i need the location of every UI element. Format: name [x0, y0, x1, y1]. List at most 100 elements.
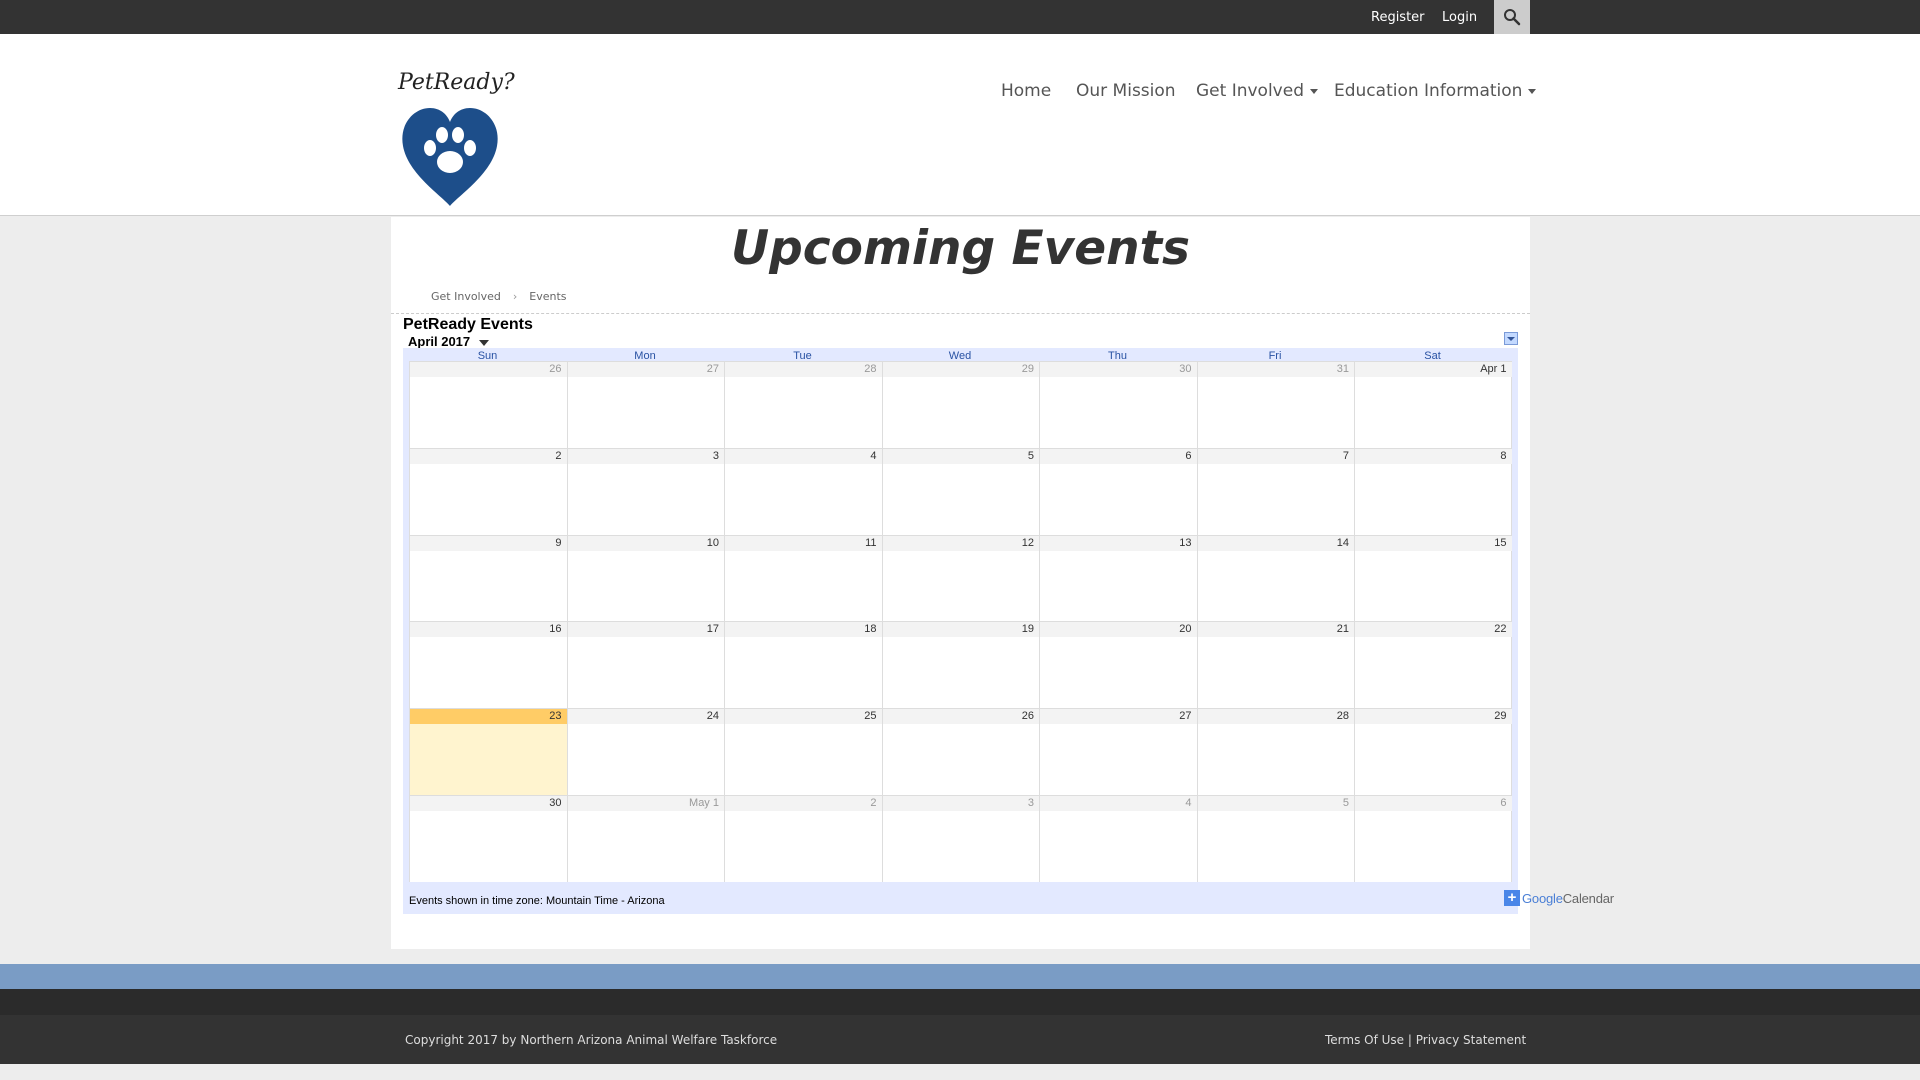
day-number: 17 [567, 622, 724, 638]
month-selector[interactable]: April 2017 [408, 334, 490, 349]
day-number: 14 [1197, 535, 1354, 551]
calendar-day-cell[interactable]: 23 [409, 708, 567, 795]
calendar-day-cell[interactable]: 7 [1196, 447, 1354, 535]
calendar-day-cell[interactable]: 6 [1039, 447, 1197, 535]
calendar-day-cell[interactable]: 4 [724, 447, 882, 535]
nav-home[interactable]: Home [1001, 81, 1051, 101]
calendar-day-cell[interactable]: 27 [1039, 708, 1197, 795]
nav-get-involved-label: Get Involved [1196, 81, 1304, 101]
day-number: 4 [725, 448, 882, 464]
calendar-day-cell[interactable]: 21 [1196, 621, 1354, 709]
day-number: 24 [567, 709, 724, 725]
day-number: 2 [410, 448, 567, 464]
top-utility-bar: Register Login [0, 0, 1920, 34]
nav-our-mission[interactable]: Our Mission [1076, 81, 1176, 101]
heart-paw-icon [402, 108, 498, 206]
day-number: 5 [882, 448, 1039, 464]
page-title: Upcoming Events [730, 221, 1191, 276]
calendar-day-cell[interactable]: 17 [566, 621, 724, 709]
day-number: 4 [1040, 796, 1197, 811]
privacy-statement-link[interactable]: Privacy Statement [1416, 1033, 1526, 1047]
day-number: 2 [725, 796, 882, 811]
calendar-day-cell[interactable]: 8 [1354, 447, 1512, 535]
calendar-day-cell[interactable]: 25 [724, 708, 882, 795]
calendar-day-cell[interactable]: Apr 1 [1354, 361, 1512, 448]
day-number: 18 [725, 622, 882, 638]
day-number: May 1 [567, 796, 724, 811]
nav-education-information[interactable]: Education Information [1334, 81, 1537, 101]
calendar-day-cell[interactable]: 22 [1354, 621, 1512, 709]
day-number: 8 [1355, 448, 1512, 464]
search-button[interactable] [1494, 0, 1530, 34]
calendar-day-cell[interactable]: 4 [1039, 795, 1197, 882]
calendar-day-cell[interactable]: 19 [881, 621, 1039, 709]
add-to-google-calendar-button[interactable]: + GoogleCalendar [1504, 889, 1614, 907]
day-number: 29 [1355, 709, 1512, 725]
chevron-down-icon [1310, 88, 1318, 94]
breadcrumb-item-get-involved[interactable]: Get Involved [431, 290, 501, 303]
calendar-day-cell[interactable]: 18 [724, 621, 882, 709]
calendar-day-cell[interactable]: 27 [566, 361, 724, 448]
content-panel: Upcoming Events Get Involved › Events PetR… [391, 217, 1614, 949]
calendar-day-cell[interactable]: 29 [881, 361, 1039, 448]
calendar-day-cell[interactable]: 6 [1354, 795, 1512, 882]
logo-text: PetReady? [398, 70, 515, 95]
calendar-day-cell[interactable]: 5 [881, 447, 1039, 535]
site-logo[interactable]: PetReady? [398, 70, 515, 218]
terms-of-use-link[interactable]: Terms Of Use [1325, 1033, 1404, 1047]
calendar-day-cell[interactable]: 2 [409, 447, 567, 535]
month-grid: 26 27 28 29 30 31 Apr 1 2 3 4 5 6 7 8 9 10 11 12 13 14 15 16 1… [409, 361, 1512, 882]
footer-accent-band [0, 964, 1920, 989]
calendar-day-cell[interactable]: 12 [881, 534, 1039, 622]
day-number: 6 [1355, 796, 1512, 811]
calendar-title: PetReady Events [403, 316, 533, 333]
chevron-down-icon [1507, 336, 1515, 341]
day-number: 27 [1040, 709, 1197, 725]
calendar-day-cell[interactable]: 3 [566, 447, 724, 535]
calendar-day-cell[interactable]: 28 [724, 361, 882, 448]
day-number: 29 [882, 362, 1039, 377]
calendar-day-cell[interactable]: 30 [409, 795, 567, 882]
calendar-day-cell[interactable]: 29 [1354, 708, 1512, 795]
footer-band [0, 989, 1920, 1015]
calendar-day-cell[interactable]: 10 [566, 534, 724, 622]
calendar-day-cell[interactable]: 31 [1196, 361, 1354, 448]
calendar-day-cell[interactable]: 9 [409, 534, 567, 622]
login-link[interactable]: Login [1442, 10, 1477, 25]
calendar-day-cell[interactable]: 15 [1354, 534, 1512, 622]
day-number: 22 [1355, 622, 1512, 638]
day-number: 23 [410, 709, 567, 725]
day-number: 13 [1040, 535, 1197, 551]
day-number: 5 [1197, 796, 1354, 811]
day-number: 7 [1197, 448, 1354, 464]
day-number: 3 [567, 448, 724, 464]
calendar-day-cell[interactable]: 26 [881, 708, 1039, 795]
calendar-menu-button[interactable] [1504, 332, 1518, 345]
calendar-day-cell[interactable]: 16 [409, 621, 567, 709]
calendar-day-cell[interactable]: 28 [1196, 708, 1354, 795]
search-icon [1504, 9, 1521, 26]
calendar-day-cell[interactable]: 11 [724, 534, 882, 622]
month-label: April 2017 [408, 334, 471, 349]
calendar-day-cell[interactable]: 14 [1196, 534, 1354, 622]
calendar-wordmark: Calendar [1562, 890, 1614, 906]
timezone-note: Events shown in time zone: Mountain Time… [409, 895, 665, 907]
breadcrumb-item-events: Events [529, 290, 567, 303]
calendar-day-cell[interactable]: 26 [409, 361, 567, 448]
nav-get-involved[interactable]: Get Involved [1196, 81, 1318, 101]
site-header: PetReady? Home Our Mission Get Involved … [0, 34, 1920, 216]
calendar-day-cell[interactable]: 5 [1196, 795, 1354, 882]
calendar-day-cell[interactable]: 3 [881, 795, 1039, 882]
day-number: 12 [882, 535, 1039, 551]
day-number: 20 [1040, 622, 1197, 638]
chevron-right-icon: › [512, 290, 518, 303]
calendar-day-cell[interactable]: 30 [1039, 361, 1197, 448]
calendar-day-cell[interactable]: 20 [1039, 621, 1197, 709]
plus-icon: + [1504, 890, 1520, 906]
calendar-day-cell[interactable]: May 1 [566, 795, 724, 882]
register-link[interactable]: Register [1371, 10, 1425, 25]
calendar-day-cell[interactable]: 2 [724, 795, 882, 882]
calendar-day-cell[interactable]: 13 [1039, 534, 1197, 622]
calendar-day-cell[interactable]: 24 [566, 708, 724, 795]
day-number: 21 [1197, 622, 1354, 638]
